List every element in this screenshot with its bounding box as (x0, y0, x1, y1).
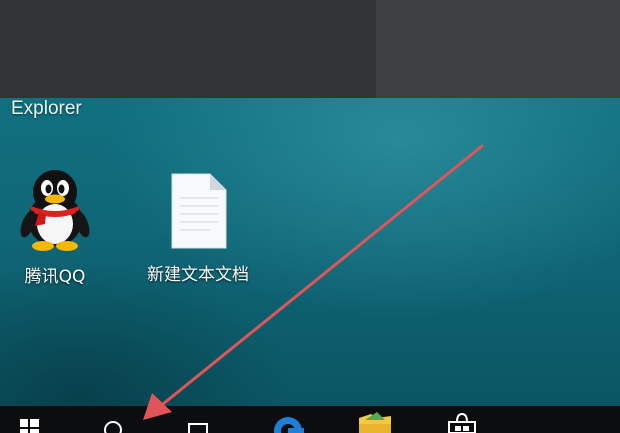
folder-icon (359, 412, 391, 433)
desktop-icon-qq[interactable]: 腾讯QQ (0, 168, 120, 287)
desktop-icon-label: 腾讯QQ (24, 267, 86, 287)
file-explorer-button[interactable] (355, 406, 395, 433)
explorer-caption: Explorer (11, 98, 82, 119)
start-button[interactable] (14, 406, 44, 433)
search-icon (104, 421, 122, 433)
task-view-icon (188, 423, 208, 433)
background-window[interactable] (0, 0, 376, 98)
windows-logo-icon (20, 419, 39, 433)
taskbar (0, 406, 620, 433)
store-button[interactable] (442, 406, 482, 433)
desktop-icon-new-text-document[interactable]: 新建文本文档 (133, 172, 263, 285)
edge-button[interactable] (271, 406, 305, 433)
desktop[interactable]: Explorer 腾讯QQ 新建文本文档 (0, 98, 620, 406)
search-button[interactable] (98, 406, 128, 433)
task-view-button[interactable] (183, 406, 213, 433)
background-window-right-pane[interactable] (376, 0, 620, 98)
text-document-icon (171, 173, 227, 249)
store-bag-icon (448, 412, 476, 433)
desktop-icon-label: 新建文本文档 (147, 265, 249, 285)
qq-penguin-icon (20, 170, 90, 251)
edge-browser-icon (274, 417, 304, 433)
screen: Explorer 腾讯QQ 新建文本文档 (0, 0, 620, 433)
